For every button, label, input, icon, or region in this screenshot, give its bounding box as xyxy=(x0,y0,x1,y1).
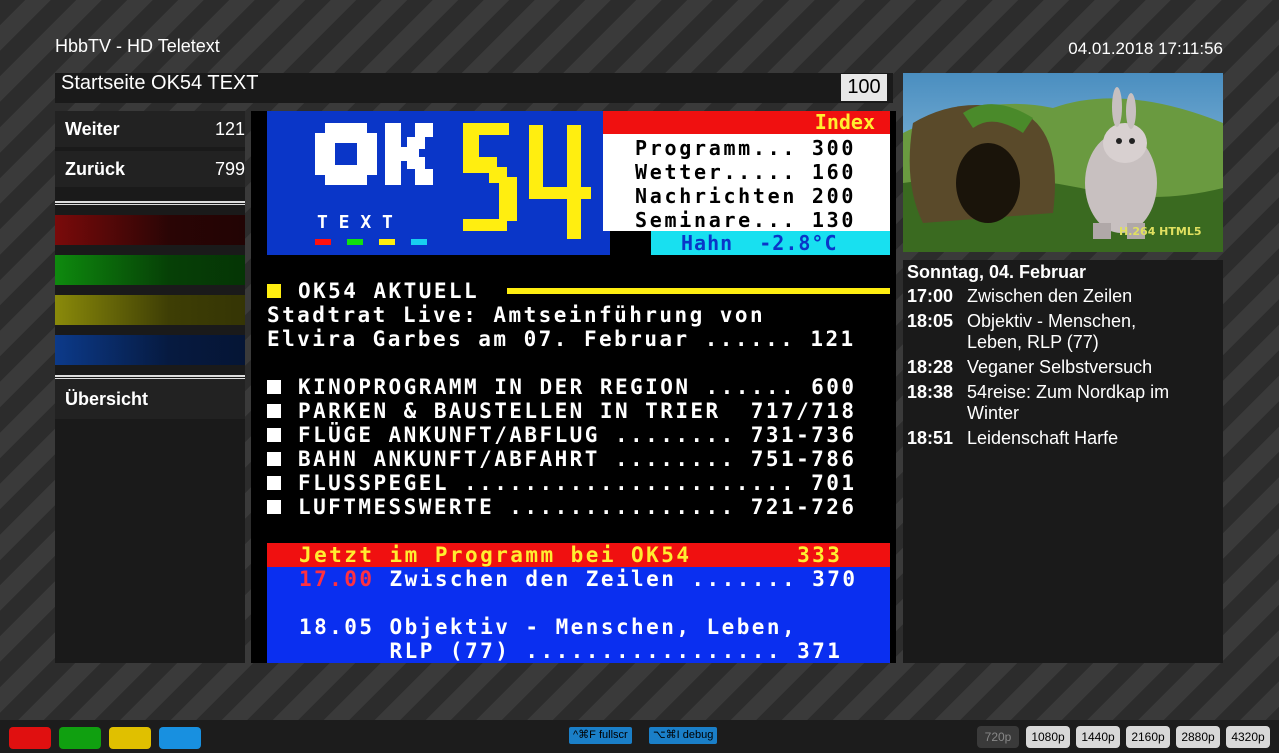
index-row[interactable]: Wetter..... 160 xyxy=(635,160,856,184)
divider xyxy=(55,201,245,205)
heading-rule xyxy=(507,288,890,294)
weather-readout: Hahn -2.8°C xyxy=(651,231,890,255)
overview-button[interactable]: Übersicht xyxy=(55,379,245,419)
next-page-button[interactable]: Weiter 121 xyxy=(55,111,245,147)
program-row[interactable]: RLP (77) ................. 371 xyxy=(299,639,842,663)
yellow-button[interactable] xyxy=(55,295,245,325)
bullet-square-icon xyxy=(267,404,281,418)
link-row[interactable]: LUFTMESSWERTE ............... 721-726 xyxy=(267,495,856,519)
index-row[interactable]: Programm... 300 xyxy=(635,136,856,160)
resolution-2160p-button[interactable]: 2160p xyxy=(1126,726,1170,748)
link-label: LUFTMESSWERTE ............... 721-726 xyxy=(298,495,857,519)
page-title-bar: Startseite OK54 TEXT 100 xyxy=(55,73,893,103)
epg-panel: Sonntag, 04. Februar 17:00 Zwischen den … xyxy=(903,260,1223,663)
bullet-square-icon xyxy=(267,500,281,514)
epg-time: 18:28 xyxy=(907,357,954,377)
epg-time: 17:00 xyxy=(907,286,954,306)
program-header[interactable]: Jetzt im Programm bei OK54 333 xyxy=(299,543,842,567)
video-preview[interactable]: H.264 HTML5 xyxy=(903,73,1223,252)
epg-title: Objektiv - Menschen, Leben, RLP (77) xyxy=(967,311,1137,352)
video-watermark: H.264 HTML5 xyxy=(1119,225,1202,238)
debug-label: debug xyxy=(682,729,714,741)
logo-text: T E X T xyxy=(317,212,393,233)
debug-button[interactable]: ⌥⌘I debug xyxy=(649,727,718,744)
aktuell-heading: OK54 AKTUELL xyxy=(298,279,480,303)
fullscreen-button[interactable]: ^⌘F fullscr xyxy=(569,727,632,744)
bullet-square-icon xyxy=(267,380,281,394)
bottom-bar: ^⌘F fullscr ⌥⌘I debug 720p 1080p 1440p 2… xyxy=(0,720,1279,753)
previous-page-label: Zurück xyxy=(65,159,126,179)
fullscreen-shortcut: ^⌘F xyxy=(573,729,596,741)
video-frame: H.264 HTML5 xyxy=(903,73,1223,252)
program-time: 17.00 xyxy=(299,567,375,591)
bullet-square-icon xyxy=(267,476,281,490)
link-label: FLUSSPEGEL ...................... 701 xyxy=(298,471,857,495)
clock: 04.01.2018 17:11:56 xyxy=(1068,39,1223,58)
epg-title: Leidenschaft Harfe xyxy=(967,428,1119,448)
logo-yellow-block xyxy=(379,239,395,245)
debug-shortcut: ⌥⌘I xyxy=(653,729,680,741)
epg-time: 18:51 xyxy=(907,428,954,448)
green-button[interactable] xyxy=(55,255,245,285)
epg-title: Veganer Selbstversuch xyxy=(967,357,1153,377)
resolution-4320p-button[interactable]: 4320p xyxy=(1226,726,1270,748)
news-line[interactable]: Elvira Garbes am 07. Februar ...... 121 xyxy=(267,327,856,351)
link-label: PARKEN & BAUSTELLEN IN TRIER 717/718 xyxy=(298,399,857,423)
link-label: BAHN ANKUNFT/ABFAHRT ........ 751-786 xyxy=(298,447,857,471)
bullet-square-icon xyxy=(267,428,281,442)
yellow-key-button[interactable] xyxy=(109,727,151,749)
link-row[interactable]: BAHN ANKUNFT/ABFAHRT ........ 751-786 xyxy=(267,447,856,471)
program-title: Zwischen den Zeilen ....... 370 xyxy=(374,567,858,591)
page-title: Startseite OK54 TEXT xyxy=(61,72,259,94)
blue-key-button[interactable] xyxy=(159,727,201,749)
link-label: FLÜGE ANKUNFT/ABFLUG ........ 731-736 xyxy=(298,423,857,447)
next-page-number: 121 xyxy=(214,119,245,139)
index-header: Index xyxy=(603,111,890,134)
epg-date: Sonntag, 04. Februar xyxy=(907,262,1087,282)
resolution-720p-button[interactable]: 720p xyxy=(977,726,1019,748)
epg-time: 18:05 xyxy=(907,311,954,331)
link-row[interactable]: PARKEN & BAUSTELLEN IN TRIER 717/718 xyxy=(267,399,856,423)
yellow-square-icon xyxy=(267,284,281,298)
index-row[interactable]: Seminare... 130 xyxy=(635,208,856,232)
logo-red-block xyxy=(315,239,331,245)
epg-title: 54reise: Zum Nordkap im Winter xyxy=(967,382,1170,423)
fullscreen-label: fullscr xyxy=(598,729,628,741)
index-row[interactable]: Nachrichten 200 xyxy=(635,184,856,208)
epg-time: 18:38 xyxy=(907,382,954,402)
green-key-button[interactable] xyxy=(59,727,101,749)
next-page-label: Weiter xyxy=(65,119,120,139)
link-row[interactable]: FLÜGE ANKUNFT/ABFLUG ........ 731-736 xyxy=(267,423,856,447)
logo-cyan-block xyxy=(411,239,427,245)
app-title: HbbTV - HD Teletext xyxy=(55,36,220,56)
resolution-1080p-button[interactable]: 1080p xyxy=(1026,726,1070,748)
link-row[interactable]: KINOPROGRAMM IN DER REGION ...... 600 xyxy=(267,375,856,399)
red-button[interactable] xyxy=(55,215,245,245)
link-row[interactable]: FLUSSPEGEL ...................... 701 xyxy=(267,471,856,495)
teletext-page: T E X T Index Programm... 300 Wetter....… xyxy=(251,111,896,663)
program-row[interactable]: 17.00 Zwischen den Zeilen ....... 370 xyxy=(299,567,857,591)
aktuell-heading-row: OK54 AKTUELL xyxy=(267,279,479,303)
left-navigation: Weiter 121 Zurück 799 Übersicht xyxy=(55,111,245,663)
resolution-1440p-button[interactable]: 1440p xyxy=(1076,726,1120,748)
index-box: Index Programm... 300 Wetter..... 160 Na… xyxy=(603,111,890,232)
ok54-logo-graphic: T E X T xyxy=(315,123,591,245)
previous-page-button[interactable]: Zurück 799 xyxy=(55,151,245,187)
news-line: Stadtrat Live: Amtseinführung von xyxy=(267,303,766,327)
red-key-button[interactable] xyxy=(9,727,51,749)
resolution-2880p-button[interactable]: 2880p xyxy=(1176,726,1220,748)
program-row[interactable]: 18.05 Objektiv - Menschen, Leben, xyxy=(299,615,797,639)
bullet-square-icon xyxy=(267,452,281,466)
link-label: KINOPROGRAMM IN DER REGION ...... 600 xyxy=(298,375,857,399)
epg-title: Zwischen den Zeilen xyxy=(967,286,1133,306)
blue-button[interactable] xyxy=(55,335,245,365)
overview-label: Übersicht xyxy=(65,389,149,409)
page-number-input[interactable]: 100 xyxy=(841,74,887,101)
logo-green-block xyxy=(347,239,363,245)
previous-page-number: 799 xyxy=(214,159,245,179)
ok54-logo: T E X T xyxy=(267,111,610,255)
